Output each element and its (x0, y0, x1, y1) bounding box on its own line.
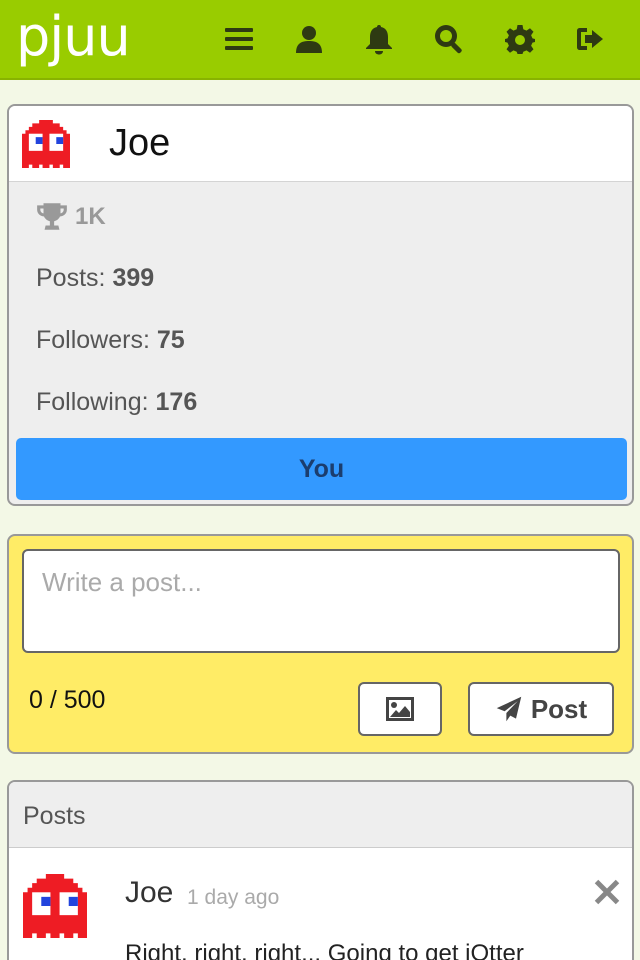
settings-icon[interactable] (503, 22, 537, 56)
search-icon[interactable] (432, 22, 466, 56)
send-icon (496, 696, 522, 722)
notifications-icon[interactable] (362, 22, 396, 56)
followers-stat[interactable]: Followers: 75 (36, 326, 185, 355)
posts-stat: Posts: 399 (36, 264, 155, 292)
avatar[interactable] (21, 120, 71, 168)
posts-panel: Posts Joe 1 day ago Right, right, right.… (7, 780, 634, 960)
posts-count: 399 (112, 264, 155, 292)
posts-title: Posts (23, 802, 86, 830)
you-button[interactable]: You (16, 438, 627, 500)
post-button-label: Post (530, 693, 588, 724)
score: 1K (35, 200, 106, 234)
post-composer: 0 / 500 Post (7, 534, 634, 754)
avatar[interactable] (23, 874, 87, 938)
profile-card: Joe 1K Posts: 399 Followers: 75 Followin… (7, 104, 634, 506)
following-stat[interactable]: Following: 176 (36, 388, 197, 417)
profile-icon[interactable] (292, 22, 326, 56)
image-icon (386, 697, 414, 721)
profile-header: Joe (9, 106, 632, 182)
character-counter: 0 / 500 (29, 686, 106, 714)
post-button[interactable]: Post (468, 682, 614, 736)
score-value: 1K (75, 203, 106, 230)
app-logo[interactable]: pjuu (16, 2, 131, 72)
delete-post-button[interactable] (593, 878, 623, 908)
signout-icon[interactable] (573, 22, 607, 56)
profile-name: Joe (109, 122, 171, 164)
post-input[interactable] (22, 549, 620, 653)
trophy-icon (37, 203, 67, 230)
close-icon (594, 879, 620, 905)
followers-count: 75 (156, 326, 185, 354)
post-timestamp[interactable]: 1 day ago (187, 886, 279, 910)
post-author[interactable]: Joe (125, 876, 173, 910)
top-navbar: pjuu (0, 0, 640, 80)
upload-image-button[interactable] (358, 682, 442, 736)
following-count: 176 (155, 388, 198, 416)
post-body: Right, right, right... Going to get jOtt… (125, 940, 524, 960)
posts-header: Posts (9, 782, 632, 848)
menu-icon[interactable] (222, 22, 256, 56)
